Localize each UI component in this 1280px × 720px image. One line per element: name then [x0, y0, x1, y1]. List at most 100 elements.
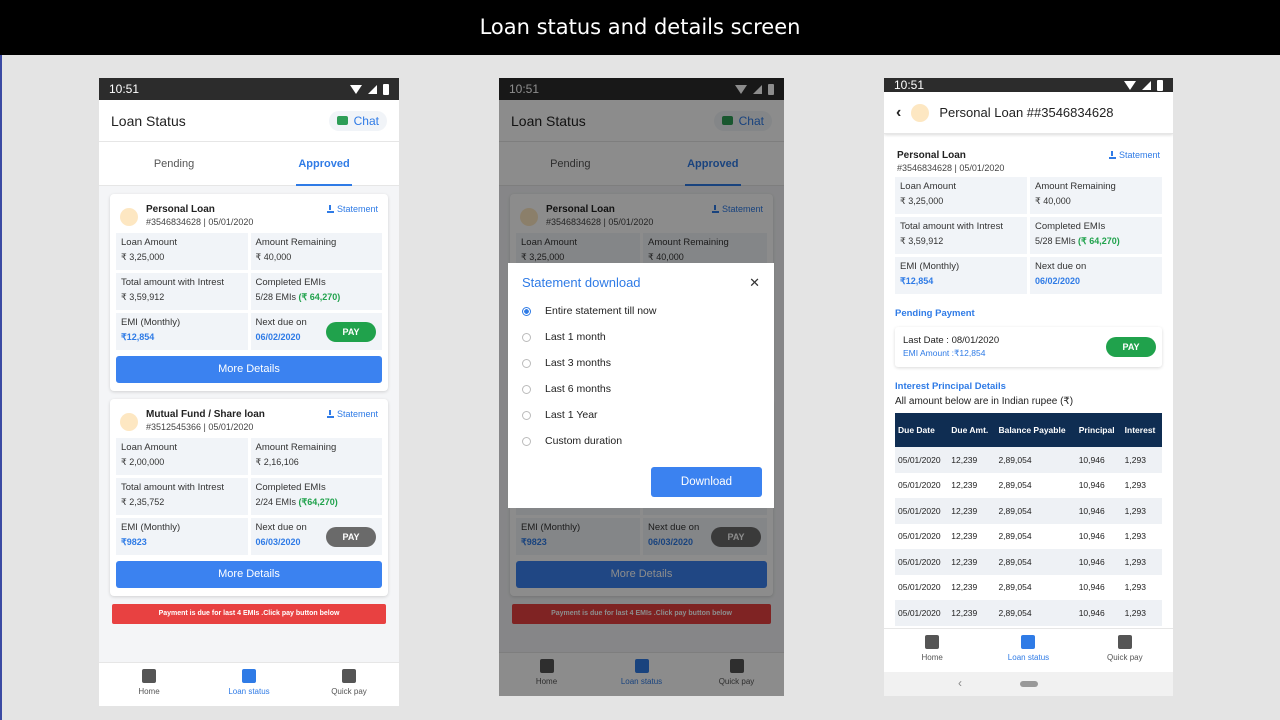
table-cell: 12,239 — [948, 498, 996, 524]
radio-button[interactable] — [522, 358, 531, 368]
loan-card: Mutual Fund / Share loan #3512545366 | 05… — [110, 399, 388, 596]
info-cell: Next due on 06/03/2020 PAY — [250, 518, 382, 555]
loan-name: Mutual Fund / Share loan — [146, 409, 265, 420]
divider — [0, 55, 2, 720]
phone-statement-download: 10:51 Loan Status Chat Pending Approved Pe… — [499, 78, 784, 696]
more-details-button[interactable]: More Details — [116, 356, 382, 383]
tab-pending[interactable]: Pending — [99, 142, 249, 185]
nav-home-label: Home — [138, 687, 160, 696]
tab-approved[interactable]: Approved — [249, 142, 399, 186]
option-label: Custom duration — [545, 435, 623, 447]
nav-loan-status[interactable]: Loan status — [199, 663, 299, 706]
table-cell: 1,293 — [1121, 600, 1162, 626]
nav-loan-status-label: Loan status — [1007, 653, 1050, 662]
info-cell: Loan Amount ₹ 2,00,000 — [116, 438, 248, 475]
radio-button[interactable] — [522, 384, 531, 394]
pay-button[interactable]: PAY — [326, 322, 376, 342]
statement-label: Statement — [336, 409, 378, 419]
table-cell: 1,293 — [1124, 480, 1146, 491]
cell-value: ₹9823 — [121, 537, 147, 547]
chat-button[interactable]: Chat — [328, 110, 387, 131]
info-cell: Next due on 06/02/2020 — [1030, 257, 1162, 294]
statement-option[interactable]: Last 6 months — [522, 383, 760, 395]
home-icon — [142, 669, 156, 683]
cell-label: Amount Remaining — [255, 442, 337, 453]
info-cell: Next due on06/02/2020PAY — [250, 313, 382, 350]
back-nav-icon[interactable]: ‹ — [958, 676, 962, 690]
payment-alert: Payment is due for last 4 EMIs .Click pa… — [112, 604, 386, 624]
system-nav-bar: ‹ — [884, 672, 1173, 696]
table-row: 05/01/2020 12,239 2,89,054 10,946 1,293 — [895, 549, 1162, 575]
interest-title: Interest Principal Details — [895, 381, 1006, 392]
pay-button[interactable]: PAY — [1106, 337, 1156, 357]
table-cell: 1,293 — [1124, 531, 1146, 542]
emi-paid-amount: (₹ 64,270) — [1078, 236, 1120, 246]
table-row: 05/01/2020 12,239 2,89,054 10,946 1,293 — [895, 600, 1162, 626]
download-button[interactable]: Download — [651, 467, 762, 497]
table-cell: 05/01/2020 — [895, 498, 949, 524]
nav-quick-pay-label: Quick pay — [1107, 653, 1143, 662]
table-row: 05/01/2020 12,239 2,89,054 10,946 1,293 — [895, 473, 1162, 499]
table-cell: 05/01/2020 — [895, 549, 949, 575]
list-icon — [242, 669, 256, 683]
nav-quick-pay[interactable]: Quick pay — [1077, 629, 1173, 672]
loan-id: #3546834628 | 05/01/2020 — [146, 217, 254, 227]
table-cell: 1,293 — [1124, 582, 1146, 593]
statement-label: Statement — [336, 204, 378, 214]
option-label: Last 6 months — [545, 383, 611, 395]
table-cell: 05/01/2020 — [895, 600, 949, 626]
statement-option[interactable]: Entire statement till now — [522, 305, 760, 317]
statement-option[interactable]: Custom duration — [522, 435, 760, 447]
wallet-icon — [342, 669, 356, 683]
cell-value: ₹12,854 — [121, 332, 155, 342]
nav-quick-pay[interactable]: Quick pay — [299, 663, 399, 706]
cell-label: Completed EMIs — [1035, 221, 1106, 232]
cell-label: Loan Amount — [900, 181, 956, 192]
close-icon[interactable]: ✕ — [749, 275, 760, 291]
statement-link[interactable]: Statement — [326, 409, 378, 419]
more-details-button[interactable]: More Details — [116, 561, 382, 588]
statement-option[interactable]: Last 1 month — [522, 331, 760, 343]
pay-button[interactable]: PAY — [326, 527, 376, 547]
statement-link[interactable]: Statement — [326, 204, 378, 214]
cell-label: Amount Remaining — [1035, 181, 1116, 192]
loan-id: #3512545366 | 05/01/2020 — [146, 422, 254, 432]
interest-note: All amount below are in Indian rupee (₹) — [895, 396, 1074, 407]
cell-label: Total amount with Intrest — [900, 221, 1003, 232]
radio-button[interactable] — [522, 410, 531, 420]
info-cell: Loan Amount ₹ 3,25,000 — [895, 177, 1027, 214]
cell-label: Next due on — [1035, 261, 1087, 272]
nav-home[interactable]: Home — [99, 663, 199, 706]
signal-icon — [1142, 80, 1151, 90]
cell-value: ₹ 2,35,752 — [121, 497, 165, 507]
table-cell: 12,239 — [948, 447, 996, 473]
table-cell: 12,239 — [951, 480, 978, 491]
status-bar: 10:51 — [884, 78, 1173, 92]
home-icon — [925, 635, 940, 649]
nav-loan-status[interactable]: Loan status — [980, 629, 1076, 672]
cell-value: ₹ 3,59,912 — [121, 292, 165, 302]
table-cell: 05/01/2020 — [898, 531, 941, 542]
info-cell: Amount Remaining ₹ 40,000 — [1030, 177, 1162, 214]
statement-option[interactable]: Last 1 Year — [522, 409, 760, 421]
table-cell: 2,89,054 — [998, 531, 1032, 542]
statement-option[interactable]: Last 3 months — [522, 357, 760, 369]
nav-home[interactable]: Home — [884, 629, 980, 672]
pending-payment-card: Last Date : 08/01/2020 EMI Amount :₹12,8… — [895, 327, 1162, 367]
signal-icon — [368, 84, 377, 94]
list-icon — [1021, 635, 1036, 649]
back-icon[interactable]: ‹ — [896, 104, 901, 122]
home-pill[interactable] — [1020, 681, 1038, 687]
cell-value: ₹ 40,000 — [1035, 196, 1071, 206]
emi-count: 5/28 EMIs — [1035, 236, 1076, 246]
radio-button[interactable] — [522, 332, 531, 342]
table-cell: 1,293 — [1121, 447, 1162, 473]
radio-button[interactable] — [522, 436, 531, 446]
statement-link[interactable]: Statement — [1108, 150, 1160, 160]
radio-button[interactable] — [522, 306, 531, 316]
info-cell: Amount Remaining ₹ 40,000 — [250, 233, 382, 270]
table-header: Due Date Due Amt. Balance Payable Principal… — [895, 413, 1162, 447]
loan-icon — [120, 413, 138, 431]
info-cell: Completed EMIs 5/28 EMIs (₹ 64,270) — [250, 273, 382, 310]
table-cell: 2,89,054 — [998, 480, 1032, 491]
